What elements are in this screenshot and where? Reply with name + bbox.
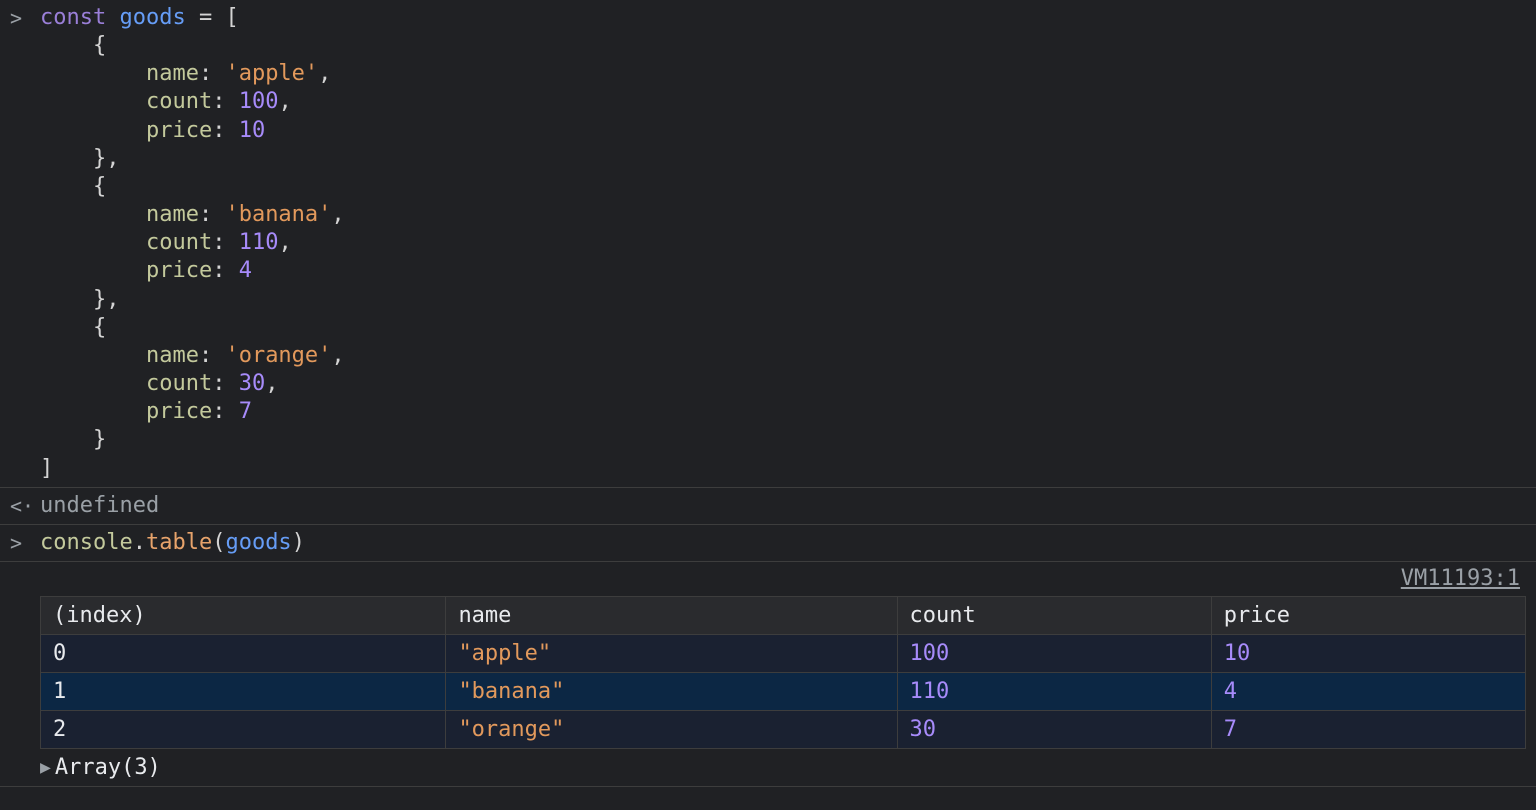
cell-count: 100	[897, 634, 1211, 672]
code-block-goods-decl: const goods = [ { name: 'apple', count: …	[40, 4, 1526, 483]
cell-name: "banana"	[446, 672, 897, 710]
table-row[interactable]: 2"orange"307	[41, 710, 1526, 748]
cell-price: 4	[1211, 672, 1525, 710]
th-name[interactable]: name	[446, 596, 897, 634]
array-summary-label: Array(3)	[55, 755, 161, 780]
console-table: (index) name count price 0"apple"100101"…	[40, 596, 1526, 749]
cell-index: 2	[41, 710, 446, 748]
input-prompt-icon: >	[10, 531, 22, 555]
table-row[interactable]: 0"apple"10010	[41, 634, 1526, 672]
result-undefined: undefined	[40, 493, 159, 518]
input-prompt-icon: >	[10, 6, 22, 30]
console-table-head: (index) name count price	[41, 596, 1526, 634]
output-prompt-icon: <·	[10, 494, 34, 518]
disclosure-triangle-icon: ▶	[40, 757, 51, 778]
th-price[interactable]: price	[1211, 596, 1525, 634]
cell-count: 30	[897, 710, 1211, 748]
cell-price: 10	[1211, 634, 1525, 672]
cell-name: "apple"	[446, 634, 897, 672]
cell-name: "orange"	[446, 710, 897, 748]
console-input-entry[interactable]: > console.table(goods)	[0, 525, 1536, 562]
cell-count: 110	[897, 672, 1211, 710]
code-block-console-table: console.table(goods)	[40, 529, 1526, 557]
array-summary-toggle[interactable]: ▶Array(3)	[40, 755, 1526, 780]
table-row[interactable]: 1"banana"1104	[41, 672, 1526, 710]
cell-price: 7	[1211, 710, 1525, 748]
console-table-output: VM11193:1 (index) name count price 0"app…	[0, 562, 1536, 787]
th-count[interactable]: count	[897, 596, 1211, 634]
console-input-entry[interactable]: > const goods = [ { name: 'apple', count…	[0, 0, 1536, 488]
cell-index: 0	[41, 634, 446, 672]
cell-index: 1	[41, 672, 446, 710]
vm-source-link[interactable]: VM11193:1	[1401, 566, 1520, 591]
console-table-body: 0"apple"100101"banana"11042"orange"307	[41, 634, 1526, 748]
console-result-entry: <· undefined	[0, 488, 1536, 525]
th-index[interactable]: (index)	[41, 596, 446, 634]
